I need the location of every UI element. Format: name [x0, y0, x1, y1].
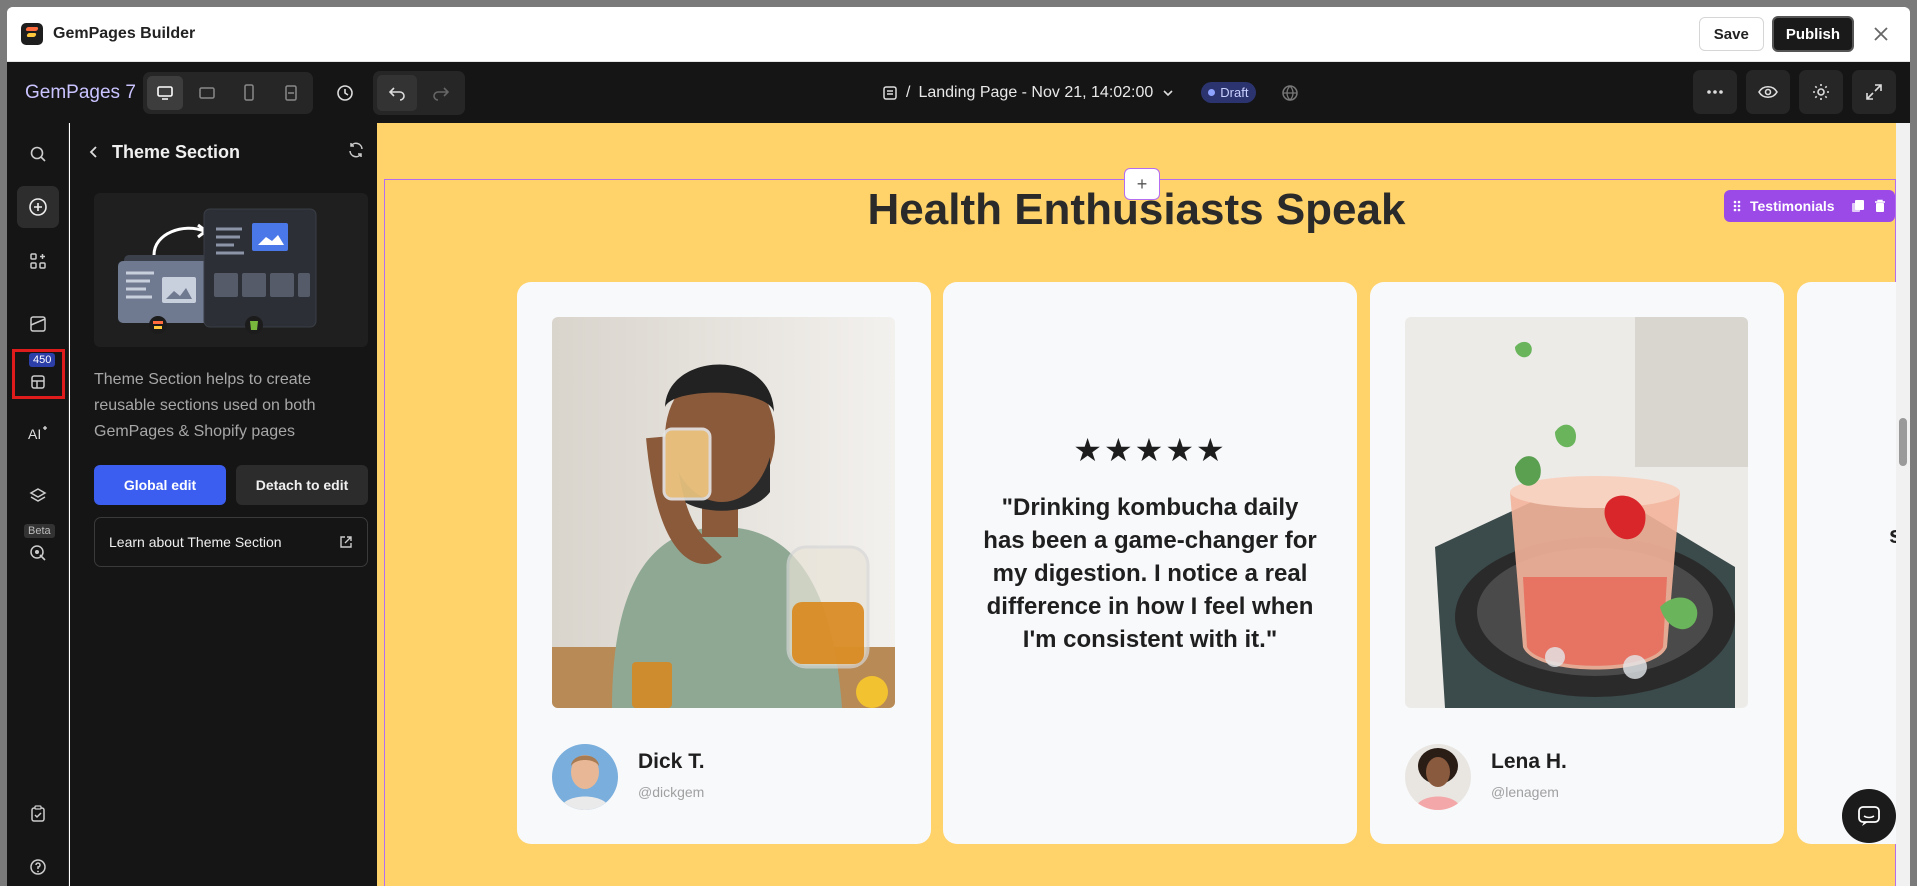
- panel-description: Theme Section helps to create reusable s…: [94, 371, 316, 440]
- theme-section-icon[interactable]: [17, 361, 59, 403]
- publish-button[interactable]: Publish: [1771, 16, 1854, 52]
- page-path-separator: /: [906, 83, 911, 101]
- apps-icon[interactable]: [17, 240, 59, 282]
- panel-header: Theme Section: [70, 123, 377, 181]
- chevron-down-icon: [1163, 89, 1173, 96]
- testimonial-card[interactable]: Dick T. @dickgem: [517, 282, 931, 844]
- panel-title: Theme Section: [112, 141, 241, 162]
- learn-link-label: Learn about Theme Section: [109, 534, 282, 550]
- undo-icon[interactable]: [377, 74, 417, 111]
- global-edit-button[interactable]: Global edit: [94, 465, 226, 505]
- scrollbar-thumb[interactable]: [1899, 418, 1907, 466]
- back-arrow-icon[interactable]: [80, 145, 108, 159]
- page-template-icon[interactable]: [17, 303, 59, 345]
- target-cursor-icon[interactable]: [17, 532, 59, 574]
- left-icon-rail: 450 AI Beta: [7, 123, 69, 886]
- avatar: [1405, 744, 1471, 810]
- app-title: GemPages Builder: [53, 25, 196, 42]
- star-rating: ★★★★★: [1073, 432, 1227, 468]
- page-selector[interactable]: / Landing Page - Nov 21, 14:02:00 Draft: [882, 62, 1300, 123]
- gempages-logo-icon: [21, 23, 43, 45]
- history-icon[interactable]: [327, 75, 363, 111]
- search-icon[interactable]: [17, 133, 59, 175]
- responsive-view-icon[interactable]: [273, 76, 309, 110]
- add-element-icon[interactable]: [17, 186, 59, 228]
- tablet-landscape-view-icon[interactable]: [189, 76, 225, 110]
- theme-section-illustration: [94, 193, 368, 347]
- layers-icon[interactable]: [17, 475, 59, 517]
- undo-redo-group: [373, 70, 465, 115]
- testimonial-quote: "Drinking kombucha daily has been a game…: [983, 494, 1317, 653]
- preview-eye-icon[interactable]: [1746, 70, 1790, 114]
- brand-label: GemPages 7: [25, 81, 136, 103]
- status-label: Draft: [1220, 85, 1249, 100]
- testimonial-card[interactable]: ★★★★★ "Drinking kombucha daily has been …: [943, 282, 1357, 844]
- redo-icon[interactable]: [421, 75, 461, 111]
- external-link-icon: [340, 536, 352, 548]
- title-bar: GemPages Builder Save Publish: [7, 7, 1910, 62]
- desktop-view-icon[interactable]: [147, 75, 183, 110]
- testimonial-card[interactable]: Lena H. @lenagem: [1370, 282, 1784, 844]
- person-name: Lena H.: [1491, 750, 1567, 773]
- person-handle: @lenagem: [1491, 784, 1559, 800]
- editor-toolbar: GemPages 7 / Landing Page - Nov 21, 14:0…: [7, 62, 1910, 123]
- status-badge: Draft: [1201, 82, 1257, 103]
- device-switcher: [143, 71, 313, 114]
- theme-section-panel: Theme Section Theme Section helps to cre…: [70, 123, 377, 886]
- app-window: GemPages Builder Save Publish GemPages 7: [7, 7, 1910, 886]
- testimonial-photo: [1405, 317, 1748, 708]
- section-heading[interactable]: Health Enthusiasts Speak: [377, 185, 1896, 235]
- section-toolbar: Testimonials: [1724, 190, 1895, 222]
- fullscreen-icon[interactable]: [1852, 70, 1896, 114]
- canvas-scrollbar[interactable]: [1896, 123, 1910, 886]
- settings-gear-icon[interactable]: [1799, 70, 1843, 114]
- mobile-view-icon[interactable]: [231, 76, 267, 110]
- globe-icon[interactable]: [1280, 83, 1300, 103]
- person-handle: @dickgem: [638, 784, 705, 800]
- testimonial-card[interactable]: " strug lo sust th: [1797, 282, 1910, 844]
- detach-to-edit-button[interactable]: Detach to edit: [236, 465, 368, 505]
- avatar: [552, 744, 618, 810]
- page-name: Landing Page - Nov 21, 14:02:00: [918, 83, 1154, 101]
- help-icon[interactable]: [17, 846, 59, 886]
- ai-icon[interactable]: AI: [17, 412, 59, 454]
- section-tag-label: Testimonials: [1750, 198, 1835, 214]
- delete-icon[interactable]: [1873, 199, 1887, 213]
- chat-support-icon[interactable]: [1842, 789, 1896, 843]
- refresh-icon[interactable]: [347, 141, 365, 164]
- page-canvas: + Health Enthusiasts Speak Testimonials: [377, 123, 1910, 886]
- checklist-icon[interactable]: [17, 793, 59, 835]
- save-button[interactable]: Save: [1698, 17, 1764, 51]
- close-icon[interactable]: [1866, 19, 1896, 49]
- right-toolbar: [1693, 70, 1896, 114]
- svg-text:AI: AI: [28, 426, 41, 442]
- learn-theme-section-link[interactable]: Learn about Theme Section: [94, 517, 368, 567]
- panel-actions: Global edit Detach to edit: [94, 465, 377, 505]
- page-icon: [883, 85, 897, 100]
- testimonial-photo: [552, 317, 895, 708]
- more-options-icon[interactable]: [1693, 70, 1737, 114]
- drag-handle-icon[interactable]: [1732, 199, 1742, 213]
- duplicate-icon[interactable]: [1851, 199, 1865, 213]
- person-name: Dick T.: [638, 750, 705, 773]
